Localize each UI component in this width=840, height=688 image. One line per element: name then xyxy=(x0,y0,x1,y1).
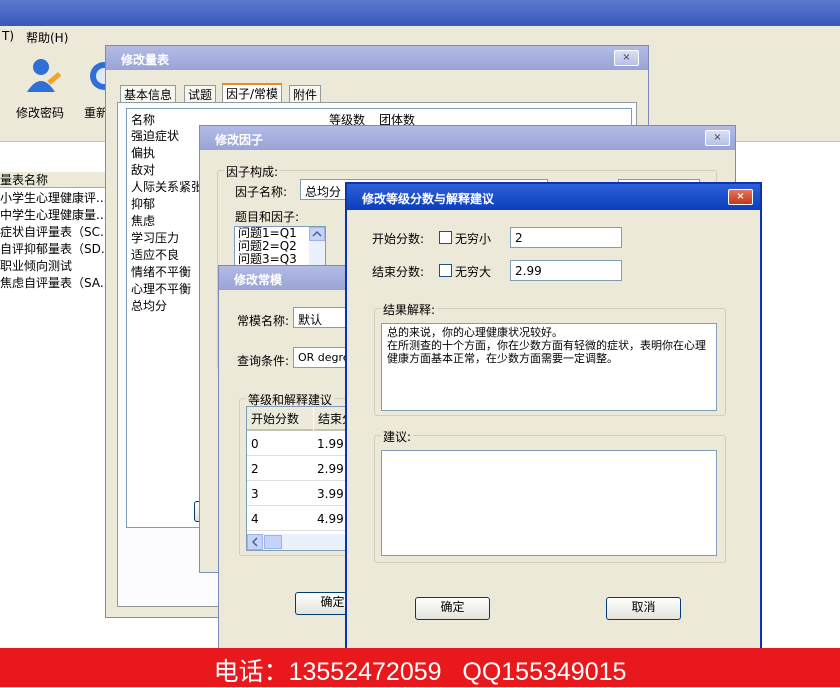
checkbox-icon xyxy=(439,264,452,277)
query-condition-label: 查询条件: xyxy=(237,354,290,368)
items-list: 问题1=Q1 问题2=Q2 问题3=Q3 xyxy=(234,226,326,266)
end-score-input[interactable]: 2.99 xyxy=(510,260,622,281)
change-password-button[interactable]: 修改密码 xyxy=(14,54,70,124)
list-item[interactable]: 症状自评量表（SC... xyxy=(0,224,112,241)
advice-textarea[interactable] xyxy=(381,450,717,556)
change-password-label: 修改密码 xyxy=(16,106,65,120)
grade-ok-button[interactable]: 确定 xyxy=(415,597,490,620)
edit-factor-title: 修改因子 xyxy=(200,126,735,150)
close-icon[interactable]: × xyxy=(705,130,730,146)
table-row[interactable]: 总均分 xyxy=(131,298,203,315)
menu-item-tools[interactable]: T) xyxy=(2,29,14,43)
end-infinite-checkbox[interactable]: 无穷大 xyxy=(439,263,491,280)
arrow-up-icon xyxy=(309,227,325,241)
contact-banner: 电话：13552472059 QQ155349015 xyxy=(0,648,840,687)
edit-grade-title: 修改等级分数与解释建议 xyxy=(347,184,760,210)
tab-factor-norm[interactable]: 因子/常模 xyxy=(222,83,283,102)
table-row[interactable]: 焦虑 xyxy=(131,213,203,230)
table-row[interactable]: 适应不良 xyxy=(131,247,203,264)
list-item[interactable]: 小学生心理健康评... xyxy=(0,190,112,207)
tab-questions[interactable]: 试题 xyxy=(184,85,217,102)
items-label: 题目和因子: xyxy=(235,210,300,224)
advice-group-label: 建议: xyxy=(381,428,414,445)
start-score-label: 开始分数: xyxy=(372,232,425,246)
result-group-label: 结果解释: xyxy=(381,301,438,318)
column-start: 开始分数 xyxy=(247,407,313,431)
start-score-input[interactable]: 2 xyxy=(510,227,622,248)
grade-cancel-button[interactable]: 取消 xyxy=(606,597,681,620)
table-row[interactable]: 人际关系紧张 xyxy=(131,179,203,196)
column-name: 名称 xyxy=(131,113,156,127)
edit-scale-title: 修改量表 xyxy=(106,46,648,70)
table-row[interactable]: 敌对 xyxy=(131,162,203,179)
factor-name-label: 因子名称: xyxy=(235,185,288,199)
checkbox-icon xyxy=(439,231,452,244)
app-title-bar xyxy=(0,0,840,27)
user-edit-icon xyxy=(27,59,62,92)
table-row[interactable]: 强迫症状 xyxy=(131,128,203,145)
arrow-left-icon xyxy=(247,534,263,550)
items-scrollbar[interactable] xyxy=(309,227,325,265)
scroll-thumb[interactable] xyxy=(264,535,282,549)
scale-list-panel: 量表名称 小学生心理健康评... 中学生心理健康量... 症状自评量表（SC..… xyxy=(0,142,112,648)
list-item[interactable]: 职业倾向测试 xyxy=(0,258,112,275)
tab-attachment[interactable]: 附件 xyxy=(289,85,322,102)
table-row[interactable]: 偏执 xyxy=(131,145,203,162)
factor-group-label: 因子构成: xyxy=(224,163,281,180)
end-score-label: 结束分数: xyxy=(372,265,425,279)
table-row[interactable]: 学习压力 xyxy=(131,230,203,247)
menu-bar: T) 帮助(H) xyxy=(0,26,840,46)
menu-item-help[interactable]: 帮助(H) xyxy=(26,29,68,46)
edit-norm-dialog: 修改常模 常模名称: 默认 查询条件: OR degre 等级和解释建议 开始分… xyxy=(218,265,379,650)
edit-norm-title: 修改常模 xyxy=(219,266,362,290)
close-icon[interactable]: × xyxy=(614,50,639,66)
tab-basic-info[interactable]: 基本信息 xyxy=(120,85,177,102)
start-infinite-checkbox[interactable]: 无穷小 xyxy=(439,230,491,247)
end-infinite-label: 无穷大 xyxy=(455,265,492,279)
list-item[interactable]: 焦虑自评量表（SA... xyxy=(0,275,112,292)
result-textarea[interactable]: 总的来说，你的心理健康状况较好。 在所测查的十个方面，你在少数方面有轻微的症状，… xyxy=(381,323,717,411)
norm-name-label: 常模名称: xyxy=(237,314,290,328)
table-row[interactable]: 心理不平衡 xyxy=(131,281,203,298)
edit-grade-dialog: 修改等级分数与解释建议 × 开始分数: 无穷小 2 结束分数: 无穷大 2.99… xyxy=(345,182,762,652)
list-item[interactable]: 自评抑郁量表（SD... xyxy=(0,241,112,258)
start-infinite-label: 无穷小 xyxy=(455,232,492,246)
table-row[interactable]: 抑郁 xyxy=(131,196,203,213)
list-header: 量表名称 xyxy=(0,172,110,188)
contact-banner-text: 电话：13552472059 QQ155349015 xyxy=(213,658,627,686)
close-icon[interactable]: × xyxy=(728,189,753,205)
table-row[interactable]: 情绪不平衡 xyxy=(131,264,203,281)
list-item[interactable]: 中学生心理健康量... xyxy=(0,207,112,224)
